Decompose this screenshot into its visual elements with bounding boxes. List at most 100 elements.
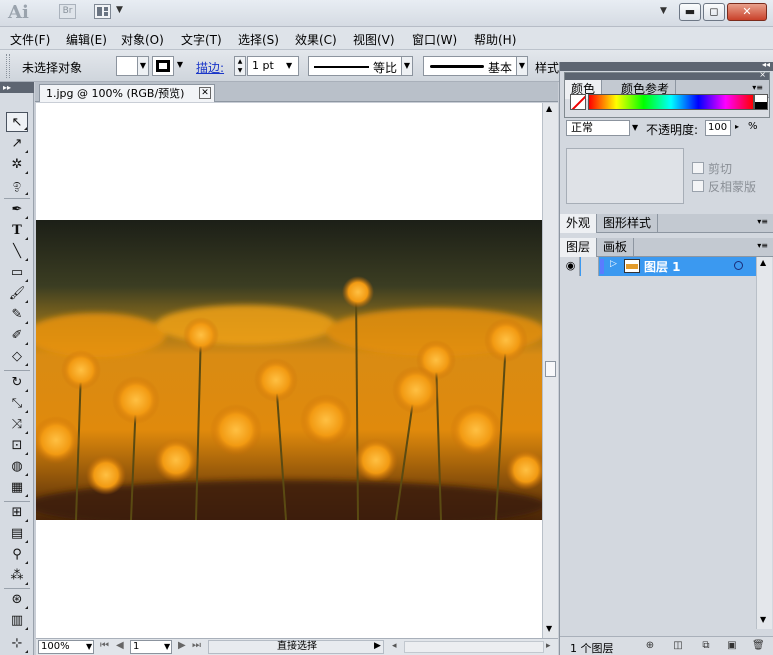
tool-status-field[interactable]: 直接选择 bbox=[208, 640, 384, 654]
blend-mode-select[interactable]: 正常 bbox=[566, 120, 630, 136]
restore-button[interactable]: ◻ bbox=[703, 3, 725, 21]
blob-brush-tool-icon[interactable]: ✐ bbox=[6, 326, 28, 346]
menu-effect[interactable]: 效果(C) bbox=[295, 31, 337, 48]
visibility-eye-icon[interactable]: ◉ bbox=[562, 257, 580, 276]
menu-help[interactable]: 帮助(H) bbox=[474, 31, 516, 48]
pencil-tool-icon[interactable]: ✎ bbox=[6, 305, 28, 325]
menu-type[interactable]: 文字(T) bbox=[181, 31, 222, 48]
artboard-tool-icon[interactable]: ⊹ bbox=[6, 634, 28, 654]
opacity-mask-preview[interactable] bbox=[566, 148, 684, 204]
artboard-dropdown-icon[interactable]: ▼ bbox=[164, 642, 170, 651]
menu-file[interactable]: 文件(F) bbox=[10, 31, 50, 48]
eyedropper-tool-icon[interactable]: ⚲ bbox=[6, 545, 28, 565]
locate-object-icon[interactable]: ⊕ bbox=[644, 640, 656, 652]
close-panel-icon[interactable]: × bbox=[759, 70, 766, 79]
layer-target-icon[interactable] bbox=[734, 261, 743, 270]
tab-appearance[interactable]: 外观 bbox=[560, 214, 598, 233]
menu-select[interactable]: 选择(S) bbox=[238, 31, 279, 48]
selection-tool-icon[interactable]: ↖ bbox=[6, 112, 28, 132]
magic-wand-tool-icon[interactable]: ✲ bbox=[6, 155, 28, 175]
none-swatch[interactable] bbox=[570, 94, 586, 110]
menu-object[interactable]: 对象(O) bbox=[121, 31, 164, 48]
canvas-vertical-scrollbar[interactable]: ▲ ▼ bbox=[542, 103, 558, 638]
clipping-mask-icon[interactable]: ◫ bbox=[672, 640, 684, 652]
type-tool-icon[interactable]: T bbox=[6, 221, 28, 241]
close-icon[interactable]: ✕ bbox=[199, 87, 211, 99]
paintbrush-tool-icon[interactable]: 🖌 bbox=[6, 284, 28, 304]
layer-row[interactable]: ◉ ▷ 图层 1 bbox=[562, 257, 756, 276]
previous-artboard-icon[interactable]: ◀ bbox=[116, 640, 124, 651]
brush-definition[interactable]: 基本 bbox=[423, 56, 517, 76]
blend-tool-icon[interactable]: ⁂ bbox=[6, 566, 28, 586]
new-layer-icon[interactable]: ▣ bbox=[726, 640, 738, 652]
expand-layer-icon[interactable]: ▷ bbox=[610, 259, 617, 269]
last-artboard-icon[interactable]: ⏭ bbox=[192, 640, 201, 651]
bridge-button[interactable]: Br bbox=[59, 4, 76, 19]
fill-dropdown-icon[interactable]: ▼ bbox=[137, 56, 149, 76]
opacity-slider-icon[interactable]: ▸ bbox=[735, 122, 739, 131]
canvas-scroll-thumb[interactable] bbox=[545, 361, 556, 377]
black-white-swatch[interactable] bbox=[754, 94, 768, 110]
tools-panel-collapse-icon[interactable]: ▸▸ bbox=[0, 82, 34, 93]
menu-window[interactable]: 窗口(W) bbox=[412, 31, 457, 48]
delete-layer-icon[interactable]: 🗑 bbox=[752, 640, 765, 652]
stroke-swatch[interactable] bbox=[152, 56, 174, 76]
next-artboard-icon[interactable]: ▶ bbox=[178, 640, 186, 651]
rotate-tool-icon[interactable]: ↻ bbox=[6, 373, 28, 393]
artboard-canvas[interactable] bbox=[36, 103, 542, 638]
color-panel-header[interactable]: × bbox=[565, 70, 769, 80]
perspective-grid-tool-icon[interactable]: ▦ bbox=[6, 478, 28, 498]
layers-scrollbar[interactable]: ▲ ▼ bbox=[756, 257, 772, 629]
stroke-label[interactable]: 描边: bbox=[196, 59, 224, 76]
lasso-tool-icon[interactable]: ඉ bbox=[6, 176, 28, 196]
gradient-tool-icon[interactable]: ▤ bbox=[6, 524, 28, 544]
line-segment-tool-icon[interactable]: ╲ bbox=[6, 242, 28, 262]
new-sublayer-icon[interactable]: ⧉ bbox=[700, 640, 712, 652]
profile-dropdown-icon[interactable]: ▼ bbox=[401, 56, 413, 76]
shape-builder-tool-icon[interactable]: ◍ bbox=[6, 457, 28, 477]
color-spectrum[interactable] bbox=[588, 94, 754, 110]
eraser-tool-icon[interactable]: ◇ bbox=[6, 347, 28, 367]
tab-artboards[interactable]: 画板 bbox=[597, 238, 635, 257]
free-transform-tool-icon[interactable]: ⊡ bbox=[6, 436, 28, 456]
rectangle-tool-icon[interactable]: ▭ bbox=[6, 263, 28, 283]
tab-layers[interactable]: 图层 bbox=[560, 238, 598, 257]
arrange-documents-icon[interactable] bbox=[94, 4, 111, 19]
layer-name[interactable]: 图层 1 bbox=[644, 258, 681, 275]
layers-scroll-up-icon[interactable]: ▲ bbox=[760, 258, 766, 267]
opacity-field[interactable]: 100 bbox=[705, 120, 731, 136]
column-graph-tool-icon[interactable]: ▥ bbox=[6, 611, 28, 631]
status-menu-arrow-icon[interactable]: ▶ bbox=[374, 641, 381, 651]
workspace-dropdown-icon[interactable]: ▼ bbox=[660, 6, 667, 16]
blend-mode-chevron-icon[interactable]: ▼ bbox=[632, 123, 638, 132]
variable-width-profile[interactable]: 等比 bbox=[308, 56, 402, 76]
width-tool-icon[interactable]: ⤨ bbox=[6, 415, 28, 435]
invert-mask-checkbox[interactable] bbox=[692, 180, 704, 192]
menu-edit[interactable]: 编辑(E) bbox=[66, 31, 107, 48]
close-button[interactable]: ✕ bbox=[727, 3, 767, 21]
first-artboard-icon[interactable]: ⏮ bbox=[100, 640, 109, 651]
minimize-button[interactable]: ▬ bbox=[679, 3, 701, 21]
mesh-tool-icon[interactable]: ⊞ bbox=[6, 503, 28, 523]
control-bar-grip[interactable] bbox=[6, 54, 10, 78]
hscroll-right-icon[interactable]: ▸ bbox=[546, 641, 551, 651]
stroke-stepper[interactable]: ▲ ▼ bbox=[234, 56, 246, 76]
direct-selection-tool-icon[interactable]: ↗ bbox=[6, 134, 28, 154]
document-tab[interactable]: 1.jpg @ 100% (RGB/预览) ✕ bbox=[39, 84, 215, 102]
stroke-weight-chevron-icon[interactable]: ▼ bbox=[286, 61, 292, 70]
clip-checkbox[interactable] bbox=[692, 162, 704, 174]
scale-tool-icon[interactable]: ⤡ bbox=[6, 394, 28, 414]
fill-swatch[interactable] bbox=[116, 56, 138, 76]
menu-view[interactable]: 视图(V) bbox=[353, 31, 395, 48]
panel-menu-icon[interactable]: ▾≡ bbox=[752, 83, 763, 92]
layers-panel-menu-icon[interactable]: ▾≡ bbox=[757, 241, 768, 250]
pen-tool-icon[interactable]: ✒ bbox=[6, 200, 28, 220]
stroke-dropdown-icon[interactable]: ▼ bbox=[174, 56, 186, 76]
zoom-dropdown-icon[interactable]: ▼ bbox=[86, 642, 92, 651]
hscroll-left-icon[interactable]: ◂ bbox=[392, 641, 397, 651]
layers-scroll-down-icon[interactable]: ▼ bbox=[760, 615, 766, 624]
chevron-down-icon[interactable]: ▼ bbox=[116, 5, 123, 15]
placed-image[interactable] bbox=[36, 220, 542, 520]
scroll-down-icon[interactable]: ▼ bbox=[546, 624, 552, 633]
scroll-up-icon[interactable]: ▲ bbox=[546, 104, 552, 113]
